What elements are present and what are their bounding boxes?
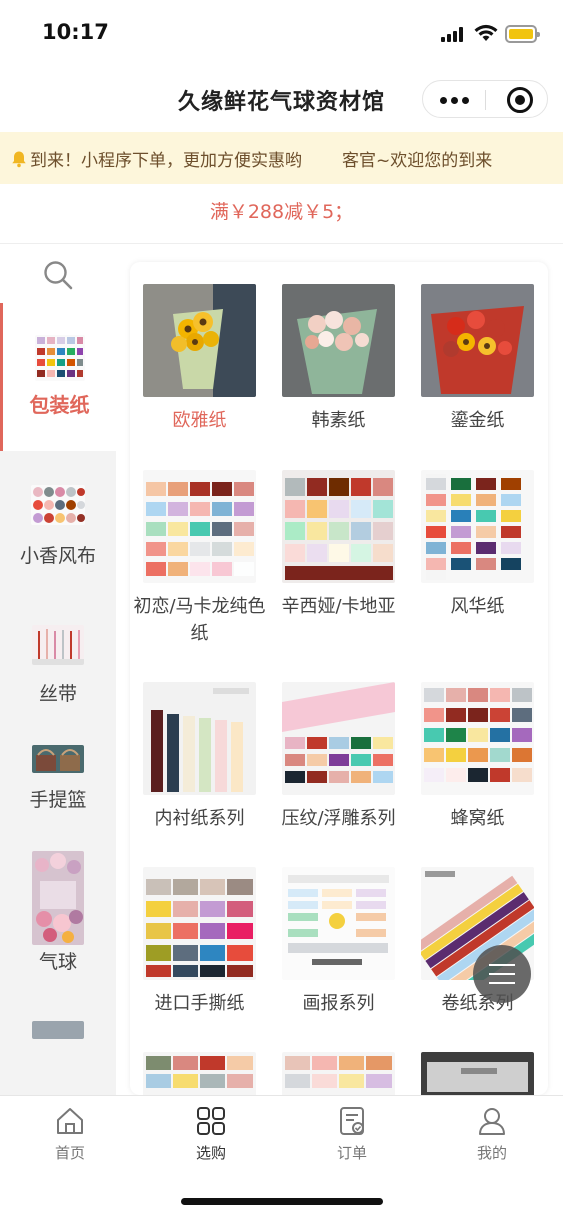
subcategory-thumbnail <box>421 470 534 583</box>
subcategory-thumbnail <box>143 867 256 980</box>
subcategory-label: 辛西娅/卡地亚 <box>281 596 396 617</box>
home-icon <box>57 1108 83 1134</box>
subcategory-label: 初恋/马卡龙纯色纸 <box>133 596 266 644</box>
sidebar-item-balloon[interactable]: 气球 <box>0 841 116 1009</box>
category-thumbnail <box>31 485 85 525</box>
search-button[interactable] <box>0 245 116 303</box>
sidebar-item-wrapping-paper[interactable]: 包装纸 <box>0 303 116 451</box>
wifi-icon <box>474 24 498 41</box>
subcategory-thumbnail <box>421 284 534 397</box>
subcategory-item[interactable]: 初恋/马卡龙纯色纸 <box>130 470 269 647</box>
more-icon[interactable] <box>440 97 469 104</box>
tab-label: 订单 <box>336 1144 367 1162</box>
notice-text: 到来！小程序下单，更加方便实惠哟 <box>30 151 302 171</box>
tab-shop[interactable]: 选购 <box>161 1106 261 1163</box>
battery-icon <box>505 25 540 43</box>
tab-label: 首页 <box>54 1144 85 1162</box>
subcategory-label: 蜂窝纸 <box>450 808 505 829</box>
search-icon <box>44 261 73 290</box>
subcategory-thumbnail <box>421 682 534 795</box>
user-icon <box>479 1108 505 1135</box>
tab-label: 我的 <box>476 1144 507 1162</box>
subcategory-item[interactable]: 卷纸系列 <box>408 867 547 1017</box>
subcategory-label: 压纹/浮雕系列 <box>281 808 396 829</box>
category-thumbnail <box>34 335 85 381</box>
subcategory-thumbnail <box>421 1052 534 1095</box>
category-thumbnail <box>32 625 84 665</box>
status-bar: 10:17 <box>0 0 563 66</box>
subcategory-label: 进口手撕纸 <box>154 993 245 1014</box>
sidebar-item-label: 气球 <box>38 951 77 973</box>
home-indicator <box>181 1198 383 1205</box>
category-sidebar: 包装纸 小香风布 丝带 手提篮 气球 <box>0 245 116 1095</box>
subcategory-label: 欧雅纸 <box>172 410 227 431</box>
sidebar-item-label: 小香风布 <box>19 545 96 567</box>
sidebar-item-label: 丝带 <box>38 683 77 705</box>
sidebar-item-more[interactable] <box>0 1009 116 1039</box>
status-time: 10:17 <box>42 20 109 44</box>
notice-text-secondary: 客官~欢迎您的到来 <box>342 151 493 171</box>
subcategory-label: 韩素纸 <box>311 410 366 431</box>
subcategory-item[interactable] <box>269 1052 408 1095</box>
subcategory-item[interactable]: 压纹/浮雕系列 <box>269 682 408 832</box>
sidebar-item-chanel-fabric[interactable]: 小香风布 <box>0 451 116 599</box>
sidebar-item-ribbon[interactable]: 丝带 <box>0 599 116 723</box>
subcategory-item[interactable] <box>408 1052 547 1095</box>
category-thumbnail <box>32 745 84 773</box>
subcategory-thumbnail <box>143 682 256 795</box>
tab-label: 选购 <box>195 1144 226 1162</box>
signal-icon <box>441 26 467 42</box>
subcategory-label: 内衬纸系列 <box>154 808 245 829</box>
nav-bar: 久缘鲜花气球资材馆 <box>0 66 563 132</box>
subcategory-label: 卷纸系列 <box>441 993 514 1014</box>
subcategory-label: 风华纸 <box>450 596 505 617</box>
subcategory-label: 鎏金纸 <box>450 410 505 431</box>
subcategory-item[interactable]: 风华纸 <box>408 470 547 620</box>
subcategory-item[interactable]: 画报系列 <box>269 867 408 1017</box>
subcategory-item[interactable]: 欧雅纸 <box>130 284 269 434</box>
tab-home[interactable]: 首页 <box>20 1106 120 1163</box>
tab-profile[interactable]: 我的 <box>442 1106 542 1163</box>
subcategory-thumbnail <box>282 682 395 795</box>
bell-icon <box>12 151 26 167</box>
notice-bar: 到来！小程序下单，更加方便实惠哟 客官~欢迎您的到来 <box>0 132 563 184</box>
grid-icon <box>197 1107 225 1135</box>
subcategory-item[interactable]: 辛西娅/卡地亚 <box>269 470 408 620</box>
subcategory-item[interactable]: 韩素纸 <box>269 284 408 434</box>
floating-menu-button[interactable] <box>473 945 531 1003</box>
subcategory-item[interactable]: 进口手撕纸 <box>130 867 269 1017</box>
subcategory-thumbnail <box>143 470 256 583</box>
subcategory-thumbnail <box>282 284 395 397</box>
order-icon <box>340 1107 364 1135</box>
subcategory-item[interactable]: 鎏金纸 <box>408 284 547 434</box>
category-thumbnail <box>32 851 84 945</box>
subcategory-thumbnail <box>282 1052 395 1095</box>
subcategory-thumbnail <box>282 867 395 980</box>
tab-orders[interactable]: 订单 <box>302 1106 402 1163</box>
subcategory-thumbnail <box>143 284 256 397</box>
subcategory-item[interactable] <box>130 1052 269 1095</box>
close-mini-program-icon[interactable] <box>507 87 533 113</box>
sidebar-item-handbasket[interactable]: 手提篮 <box>0 723 116 841</box>
sidebar-item-label: 包装纸 <box>29 393 90 417</box>
subcategory-label: 画报系列 <box>302 993 375 1014</box>
promo-banner: 满￥288减￥5； <box>0 184 563 244</box>
subcategory-item[interactable]: 蜂窝纸 <box>408 682 547 832</box>
subcategory-thumbnail <box>282 470 395 583</box>
category-thumbnail <box>32 1021 84 1039</box>
subcategory-thumbnail <box>143 1052 256 1095</box>
mini-program-capsule <box>422 80 548 118</box>
subcategory-item[interactable]: 内衬纸系列 <box>130 682 269 832</box>
sidebar-item-label: 手提篮 <box>29 789 87 811</box>
